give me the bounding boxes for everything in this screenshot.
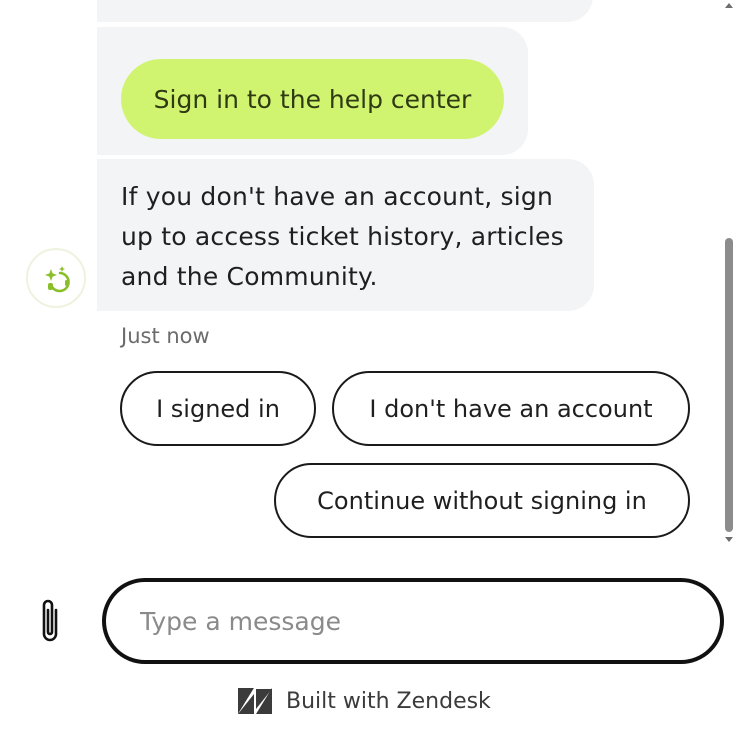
- chat-widget: Sign in to the help center If you don't …: [0, 0, 737, 731]
- sign-in-help-center-button[interactable]: Sign in to the help center: [121, 59, 504, 139]
- built-with-zendesk-link[interactable]: Built with Zendesk: [238, 684, 491, 718]
- quick-reply-continue-without-signing-in[interactable]: Continue without signing in: [274, 463, 690, 538]
- message-input[interactable]: [102, 578, 724, 664]
- scroll-down-arrow-icon[interactable]: [725, 537, 733, 542]
- attach-file-button[interactable]: [30, 596, 70, 648]
- footer-label: Built with Zendesk: [286, 688, 491, 714]
- zendesk-logo-icon: [238, 688, 272, 714]
- info-message-bubble: If you don't have an account, sign up to…: [97, 159, 594, 311]
- info-message-text: If you don't have an account, sign up to…: [121, 182, 564, 291]
- message-timestamp: Just now: [121, 324, 210, 348]
- scroll-up-arrow-icon[interactable]: [725, 3, 733, 8]
- previous-message-bubble: [97, 0, 593, 22]
- scrollbar-thumb[interactable]: [725, 238, 733, 532]
- quick-reply-no-account[interactable]: I don't have an account: [332, 371, 690, 446]
- paperclip-icon: [42, 599, 58, 642]
- message-list-scrollbar[interactable]: [722, 0, 737, 548]
- bot-avatar: [26, 248, 86, 308]
- ai-agent-icon: [45, 266, 70, 293]
- quick-reply-signed-in[interactable]: I signed in: [120, 371, 316, 446]
